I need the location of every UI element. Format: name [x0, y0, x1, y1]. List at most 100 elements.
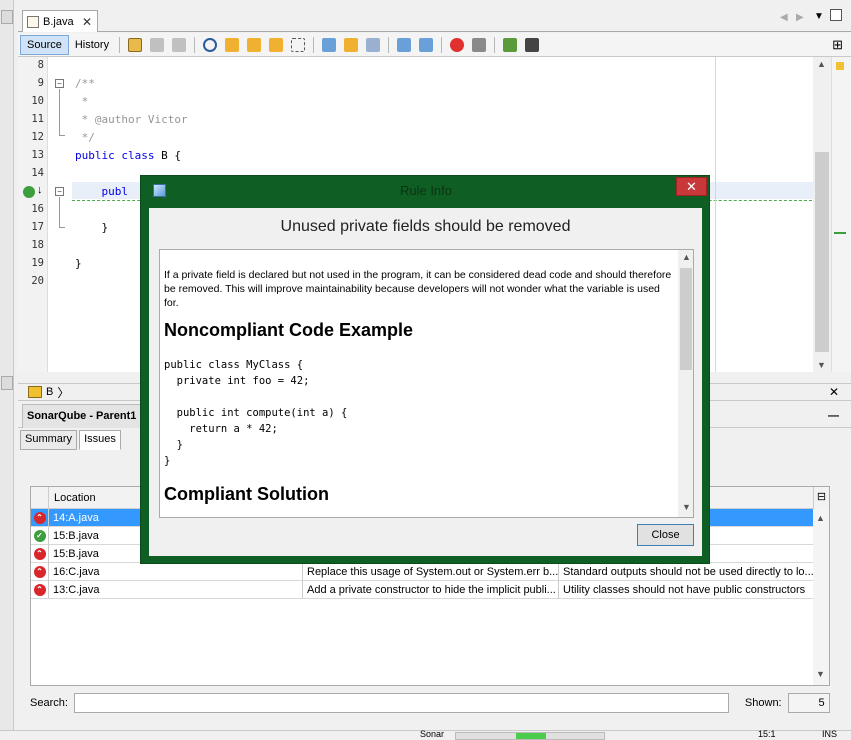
chevron-right-icon[interactable]: 〉: [57, 384, 69, 401]
issue-stripe-mark: [834, 232, 846, 234]
source-tab-button[interactable]: Source: [20, 34, 69, 55]
previous-bookmark-icon[interactable]: [322, 37, 337, 52]
search-input[interactable]: [73, 693, 729, 713]
description-scrollbar-thumb[interactable]: [680, 268, 692, 370]
scroll-up-icon[interactable]: ▲: [816, 513, 825, 523]
stop-macro-icon[interactable]: [472, 37, 487, 52]
issue-annotation-icon[interactable]: [23, 186, 35, 198]
line-number: 20: [31, 275, 44, 287]
find-selection-icon[interactable]: [269, 37, 284, 52]
code-line: public class B {: [75, 149, 181, 162]
dialog-close-button[interactable]: ✕: [676, 177, 707, 196]
shown-count: 5: [787, 693, 830, 713]
fold-guide: [59, 135, 65, 136]
table-row[interactable]: ⌃ 16:C.java Replace this usage of System.o…: [31, 562, 813, 581]
tab-summary[interactable]: Summary: [20, 430, 78, 450]
severity-column-header[interactable]: [31, 486, 49, 509]
code-line: */: [75, 131, 95, 144]
toggle-bookmark-icon[interactable]: [366, 37, 381, 52]
comment-icon[interactable]: [503, 37, 518, 52]
table-vertical-scrollbar[interactable]: ▲ ▼: [813, 509, 829, 685]
fold-guide: [59, 197, 60, 227]
rule-description-pane[interactable]: If a private field is declared but not u…: [159, 249, 694, 518]
shift-left-icon[interactable]: [397, 37, 412, 52]
find-next-icon[interactable]: [247, 37, 262, 52]
minimize-icon[interactable]: —: [828, 410, 839, 422]
fold-toggle-icon[interactable]: −: [55, 79, 64, 88]
message-cell: Replace this usage of System.out or Syst…: [303, 562, 559, 581]
status-sonar-label: Sonar: [420, 729, 445, 739]
table-row[interactable]: ⌃ 13:C.java Add a private constructor to h…: [31, 580, 813, 599]
editor-tab-b-java[interactable]: B.java ✕: [22, 10, 98, 32]
find-previous-icon[interactable]: [225, 37, 240, 52]
line-number: 19: [31, 257, 44, 269]
fold-guide: [59, 89, 60, 135]
forward-icon[interactable]: [172, 37, 187, 52]
error-stripe: [831, 57, 851, 372]
sonar-subtabs: Summary Issues: [20, 430, 121, 450]
message-cell: Add a private constructor to hide the im…: [303, 580, 559, 599]
start-macro-icon[interactable]: [450, 37, 465, 52]
maximize-icon[interactable]: [830, 9, 842, 21]
breadcrumb-class[interactable]: B: [46, 386, 53, 398]
progress-fill: [516, 733, 546, 739]
minimize-icon[interactable]: [1, 10, 13, 24]
toolbar-separator: [194, 36, 196, 53]
line-number: 13: [31, 149, 44, 161]
severity-cell: ⌃: [31, 508, 49, 527]
sonar-panel-tab[interactable]: SonarQube - Parent1: [22, 403, 144, 428]
scroll-up-icon[interactable]: ▲: [817, 59, 826, 69]
scroll-right-icon[interactable]: ▶: [796, 12, 804, 23]
left-side-strip: [0, 0, 14, 739]
java-file-icon: [27, 15, 39, 28]
code-line: }: [75, 221, 109, 234]
code-keyword: public class: [75, 149, 155, 162]
next-bookmark-icon[interactable]: [344, 37, 359, 52]
split-icon[interactable]: ⊞: [832, 37, 843, 53]
major-severity-icon: ⌃: [33, 565, 46, 578]
line-number: 12: [31, 131, 44, 143]
close-icon[interactable]: ✕: [82, 15, 92, 29]
search-label: Search:: [30, 697, 68, 709]
insert-mode: INS: [822, 729, 838, 739]
last-edit-icon[interactable]: [128, 37, 143, 52]
tab-issues[interactable]: Issues: [79, 430, 121, 450]
column-chooser-icon[interactable]: ⊟: [813, 487, 829, 509]
line-number: 17: [31, 221, 44, 233]
editor-scrollbar-thumb[interactable]: [815, 152, 829, 352]
close-icon[interactable]: ✕: [829, 385, 839, 399]
scroll-down-icon[interactable]: ▼: [817, 360, 826, 370]
shift-right-icon[interactable]: [419, 37, 434, 52]
rule-cell: Standard outputs should not be used dire…: [563, 565, 813, 578]
scroll-down-icon[interactable]: ▼: [682, 502, 691, 512]
line-number: 16: [31, 203, 44, 215]
arrow-down-icon: ↓: [37, 184, 43, 196]
scroll-up-icon[interactable]: ▲: [682, 252, 691, 262]
fold-guide: [59, 227, 65, 228]
rule-info-dialog: Rule Info ✕ Unused private fields should…: [140, 175, 710, 564]
shown-label: Shown:: [744, 697, 782, 709]
minimize-icon[interactable]: [1, 376, 13, 390]
toolbar-separator: [119, 36, 121, 53]
chevron-down-icon[interactable]: ▼: [814, 11, 824, 22]
line-number-gutter: 8 9 10 11 12 13 14 16 17 18 19 20 ↓: [18, 57, 48, 372]
line-number: 9: [37, 77, 44, 89]
fold-column: − −: [49, 57, 71, 372]
editor-tab-bar: B.java ✕ ◀ ▶ ▼: [18, 8, 851, 32]
scroll-left-icon[interactable]: ◀: [780, 12, 788, 23]
editor-toolbar: Source History ⊞: [18, 33, 851, 57]
fold-toggle-icon[interactable]: −: [55, 187, 64, 196]
uncomment-icon[interactable]: [525, 37, 540, 52]
toggle-highlight-icon[interactable]: [291, 37, 306, 52]
history-tab-button[interactable]: History: [69, 35, 115, 55]
back-icon[interactable]: [150, 37, 165, 52]
rule-cell: Utility classes should not have public c…: [563, 583, 806, 596]
code-line: publ: [75, 185, 128, 198]
class-icon: [28, 386, 42, 398]
find-icon[interactable]: [203, 37, 218, 52]
close-button[interactable]: Close: [637, 524, 694, 546]
noncompliant-code: public class MyClass { private int foo =…: [164, 359, 348, 467]
scroll-down-icon[interactable]: ▼: [816, 669, 825, 679]
code-line: }: [75, 257, 82, 270]
toolbar-separator: [388, 36, 390, 53]
